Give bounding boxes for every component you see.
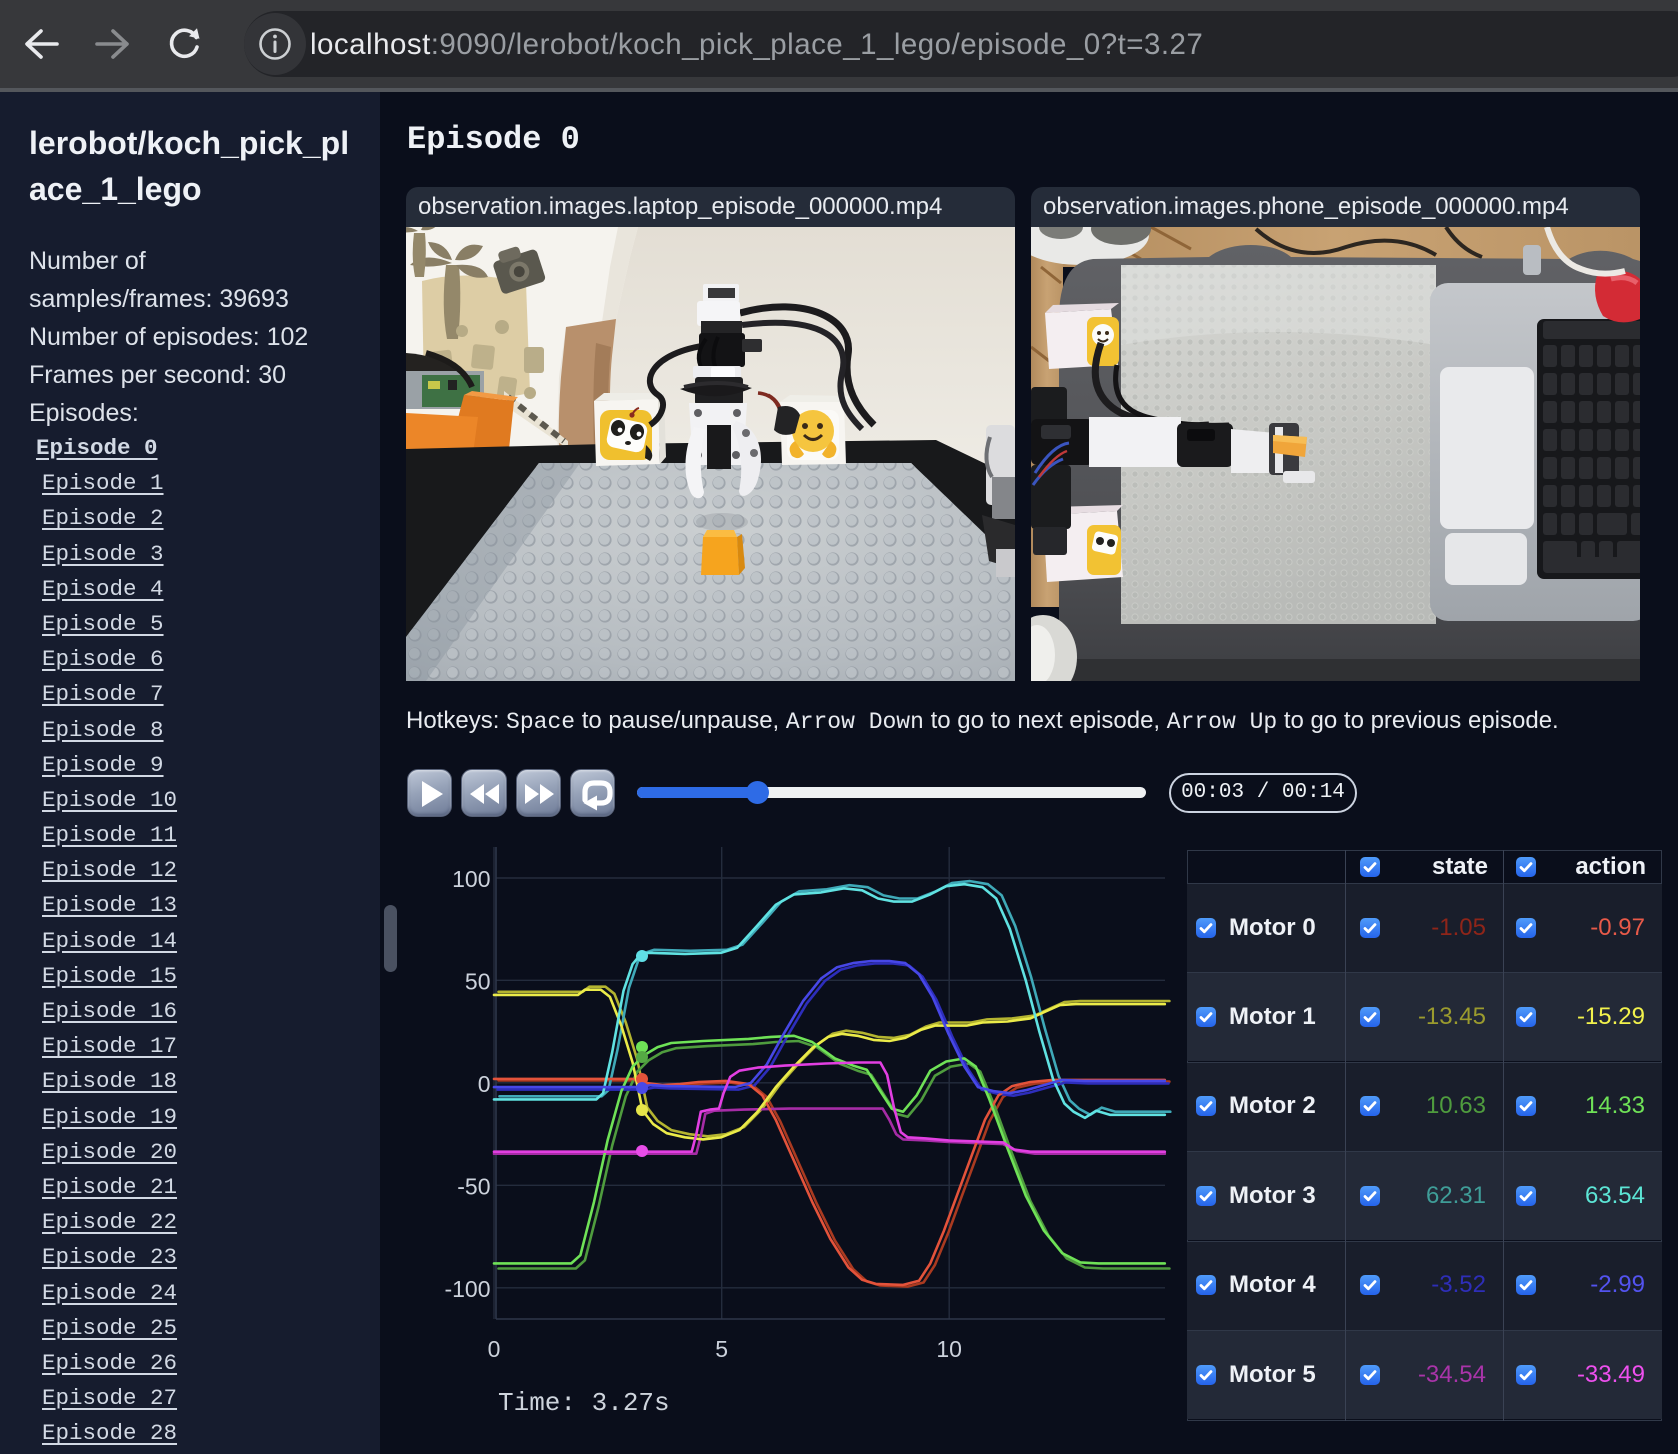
svg-text:100: 100 [452,866,490,892]
svg-text:5: 5 [715,1336,728,1362]
svg-text:10: 10 [936,1336,962,1362]
svg-text:0: 0 [478,1071,491,1097]
svg-text:0: 0 [488,1336,501,1362]
svg-text:50: 50 [465,968,491,994]
svg-text:-100: -100 [444,1276,490,1302]
svg-text:-50: -50 [457,1173,490,1199]
